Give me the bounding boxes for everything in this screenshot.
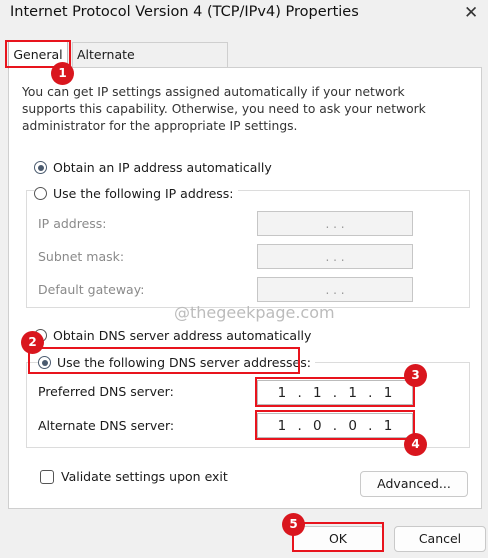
obtain-ip-auto-radio[interactable] xyxy=(34,161,47,174)
use-following-ip-option[interactable]: Use the following IP address: xyxy=(34,186,238,201)
highlight-alternate-dns xyxy=(255,410,415,440)
validate-settings-label: Validate settings upon exit xyxy=(61,469,228,484)
obtain-ip-auto-option[interactable]: Obtain an IP address automatically xyxy=(34,160,272,175)
annotation-badge-4: 4 xyxy=(404,433,427,456)
highlight-preferred-dns xyxy=(255,377,415,407)
obtain-dns-auto-option[interactable]: Obtain DNS server address automatically xyxy=(34,328,311,343)
intro-text: You can get IP settings assigned automat… xyxy=(22,85,426,133)
default-gateway-value: . . . xyxy=(325,282,345,297)
annotation-badge-1: 1 xyxy=(51,62,74,85)
preferred-dns-label: Preferred DNS server: xyxy=(38,384,174,399)
use-following-ip-radio[interactable] xyxy=(34,187,47,200)
close-icon[interactable]: ✕ xyxy=(464,3,478,23)
annotation-badge-2: 2 xyxy=(21,331,44,354)
highlight-use-dns-option xyxy=(28,347,300,374)
subnet-mask-label: Subnet mask: xyxy=(38,249,125,264)
cancel-button[interactable]: Cancel xyxy=(394,526,486,552)
ip-address-field[interactable]: . . . xyxy=(257,211,413,236)
alternate-dns-label: Alternate DNS server: xyxy=(38,418,175,433)
obtain-dns-auto-label: Obtain DNS server address automatically xyxy=(53,328,312,343)
watermark: @thegeekpage.com xyxy=(174,303,335,322)
validate-settings-option[interactable]: Validate settings upon exit xyxy=(40,469,228,484)
use-following-ip-label: Use the following IP address: xyxy=(53,186,234,201)
subnet-mask-value: . . . xyxy=(325,249,345,264)
obtain-ip-auto-label: Obtain an IP address automatically xyxy=(53,160,272,175)
tab-alternate-configuration[interactable]: Alternate Configuration xyxy=(72,42,228,86)
highlight-ok-button xyxy=(292,522,384,552)
annotation-badge-5: 5 xyxy=(282,513,305,536)
ip-address-label: IP address: xyxy=(38,216,107,231)
ip-address-value: . . . xyxy=(325,216,345,231)
default-gateway-field[interactable]: . . . xyxy=(257,277,413,302)
subnet-mask-field[interactable]: . . . xyxy=(257,244,413,269)
annotation-badge-3: 3 xyxy=(404,364,427,387)
advanced-button[interactable]: Advanced... xyxy=(360,471,468,497)
validate-settings-checkbox[interactable] xyxy=(40,469,54,484)
default-gateway-label: Default gateway: xyxy=(38,282,145,297)
window-title: Internet Protocol Version 4 (TCP/IPv4) P… xyxy=(10,4,359,20)
